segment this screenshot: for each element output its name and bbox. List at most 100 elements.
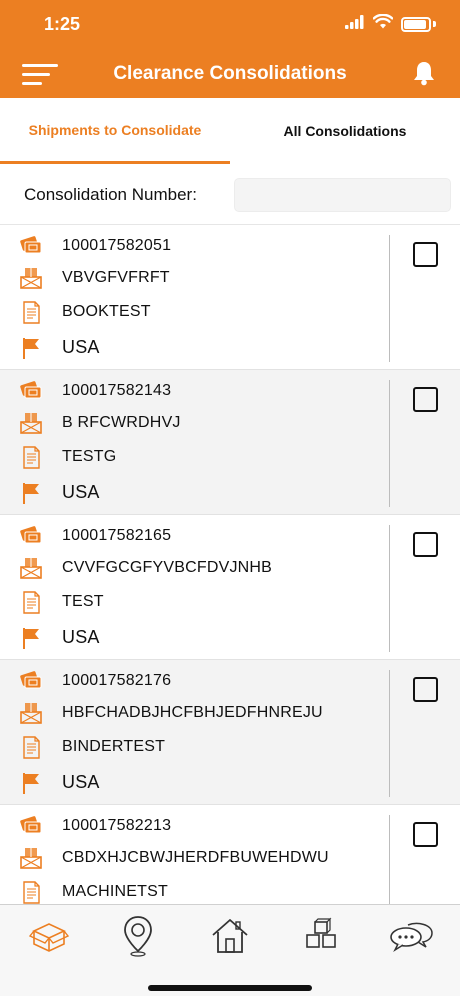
battery-icon bbox=[401, 16, 431, 32]
consolidation-number-input[interactable] bbox=[234, 178, 451, 212]
chat-bubbles-icon bbox=[390, 922, 433, 953]
shipment-description: BOOKTEST bbox=[62, 303, 151, 320]
shipment-description-row: TESTG bbox=[0, 442, 390, 472]
package-icon bbox=[18, 265, 44, 291]
notifications-button[interactable] bbox=[412, 60, 438, 88]
select-shipment-checkbox[interactable] bbox=[413, 387, 438, 412]
document-icon bbox=[18, 879, 44, 904]
chat-tab[interactable] bbox=[388, 913, 434, 959]
packages-tab[interactable] bbox=[298, 913, 344, 959]
shipment-number-row: 100017582165 bbox=[0, 521, 390, 551]
shipment-description: MACHINETST bbox=[62, 883, 168, 900]
shipment-code-row: CBDXHJCBWJHERDFBUWEHDWU bbox=[0, 843, 390, 873]
select-shipment-checkbox[interactable] bbox=[413, 242, 438, 267]
shipment-card[interactable]: 100017582143 B RFCWRDHVJ TESTG USA bbox=[0, 370, 460, 515]
document-icon bbox=[18, 734, 44, 760]
app-header: 1:25 Clearance Consolidations bbox=[0, 0, 460, 98]
shipment-number: 100017582051 bbox=[62, 237, 172, 254]
select-shipment-checkbox[interactable] bbox=[413, 677, 438, 702]
shipment-description-row: BINDERTEST bbox=[0, 732, 390, 762]
card-divider bbox=[389, 670, 390, 797]
flag-icon bbox=[18, 770, 44, 796]
shipment-code: CBDXHJCBWJHERDFBUWEHDWU bbox=[62, 849, 329, 866]
page-title: Clearance Consolidations bbox=[113, 63, 347, 84]
bell-icon bbox=[414, 62, 434, 86]
shipment-number-row: 100017582213 bbox=[0, 811, 390, 841]
flag-icon bbox=[18, 335, 44, 361]
shipment-card[interactable]: 100017582051 VBVGFVFRFT BOOKTEST USA bbox=[0, 225, 460, 370]
tickets-icon bbox=[18, 233, 44, 259]
shipment-code-row: B RFCWRDHVJ bbox=[0, 408, 390, 438]
card-divider bbox=[389, 815, 390, 904]
shipment-country: USA bbox=[62, 627, 100, 647]
shipment-description: TEST bbox=[62, 593, 104, 610]
shipment-number-row: 100017582176 bbox=[0, 666, 390, 696]
package-icon bbox=[18, 410, 44, 436]
home-tab[interactable] bbox=[207, 913, 253, 959]
shipment-country: USA bbox=[62, 337, 100, 357]
select-shipment-checkbox[interactable] bbox=[413, 532, 438, 557]
shipment-country-row: USA bbox=[0, 768, 390, 798]
tickets-icon bbox=[18, 668, 44, 694]
tickets-icon bbox=[18, 523, 44, 549]
shipment-number-row: 100017582143 bbox=[0, 376, 390, 406]
tab-shipments-to-consolidate[interactable]: Shipments to Consolidate bbox=[0, 98, 230, 164]
bottom-tab-bar bbox=[0, 904, 460, 996]
shipment-number: 100017582165 bbox=[62, 527, 172, 544]
battery-tip bbox=[433, 21, 436, 27]
open-box-icon bbox=[28, 923, 70, 952]
status-time: 1:25 bbox=[44, 14, 81, 34]
shipment-country: USA bbox=[62, 482, 100, 502]
tickets-icon bbox=[18, 378, 44, 404]
shipment-card[interactable]: 100017582176 HBFCHADBJHCFBHJEDFHNREJU BI… bbox=[0, 660, 460, 805]
shipment-number: 100017582213 bbox=[62, 817, 172, 834]
shipment-description-row: MACHINETST bbox=[0, 877, 390, 904]
card-divider bbox=[389, 525, 390, 652]
consolidate-tab[interactable] bbox=[26, 913, 72, 959]
tickets-icon bbox=[18, 813, 44, 839]
shipment-list[interactable]: 100017582051 VBVGFVFRFT BOOKTEST USA 100… bbox=[0, 224, 460, 904]
shipment-country: USA bbox=[62, 772, 100, 792]
select-shipment-checkbox[interactable] bbox=[413, 822, 438, 847]
shipment-number: 100017582176 bbox=[62, 672, 172, 689]
flag-icon bbox=[18, 480, 44, 506]
flag-icon bbox=[18, 625, 44, 651]
shipment-code: CVVFGCGFYVBCFDVJNHB bbox=[62, 559, 273, 576]
shipment-code: HBFCHADBJHCFBHJEDFHNREJU bbox=[62, 704, 323, 721]
document-icon bbox=[18, 589, 44, 615]
location-pin-icon bbox=[124, 916, 152, 957]
signal-icon bbox=[345, 14, 365, 34]
shipment-code-row: HBFCHADBJHCFBHJEDFHNREJU bbox=[0, 698, 390, 728]
document-icon bbox=[18, 444, 44, 470]
tab-all-consolidations[interactable]: All Consolidations bbox=[230, 98, 460, 164]
card-divider bbox=[389, 235, 390, 362]
shipment-code-row: VBVGFVFRFT bbox=[0, 263, 390, 293]
shipment-country-row: USA bbox=[0, 623, 390, 653]
shipment-code: VBVGFVFRFT bbox=[62, 269, 170, 286]
package-icon bbox=[18, 845, 44, 871]
tracking-tab[interactable] bbox=[115, 913, 161, 959]
shipment-code-row: CVVFGCGFYVBCFDVJNHB bbox=[0, 553, 390, 583]
shipment-card[interactable]: 100017582213 CBDXHJCBWJHERDFBUWEHDWU MAC… bbox=[0, 805, 460, 904]
package-icon bbox=[18, 555, 44, 581]
shipment-country-row: USA bbox=[0, 478, 390, 508]
document-icon bbox=[18, 299, 44, 325]
stacked-boxes-icon bbox=[306, 917, 336, 948]
home-icon bbox=[212, 919, 248, 953]
package-icon bbox=[18, 700, 44, 726]
shipment-number-row: 100017582051 bbox=[0, 231, 390, 261]
shipment-card[interactable]: 100017582165 CVVFGCGFYVBCFDVJNHB TEST US… bbox=[0, 515, 460, 660]
consolidation-number-label: Consolidation Number: bbox=[24, 185, 197, 204]
shipment-country-row: USA bbox=[0, 333, 390, 363]
wifi-icon bbox=[372, 13, 394, 34]
shipment-description: TESTG bbox=[62, 448, 117, 465]
status-icons bbox=[345, 13, 436, 34]
consolidation-number-row: Consolidation Number: bbox=[0, 176, 460, 214]
shipment-description: BINDERTEST bbox=[62, 738, 166, 755]
shipment-description-row: BOOKTEST bbox=[0, 297, 390, 327]
shipment-code: B RFCWRDHVJ bbox=[62, 414, 181, 431]
shipment-description-row: TEST bbox=[0, 587, 390, 617]
segment-tabs: Shipments to Consolidate All Consolidati… bbox=[0, 98, 460, 164]
shipment-number: 100017582143 bbox=[62, 382, 172, 399]
card-divider bbox=[389, 380, 390, 507]
